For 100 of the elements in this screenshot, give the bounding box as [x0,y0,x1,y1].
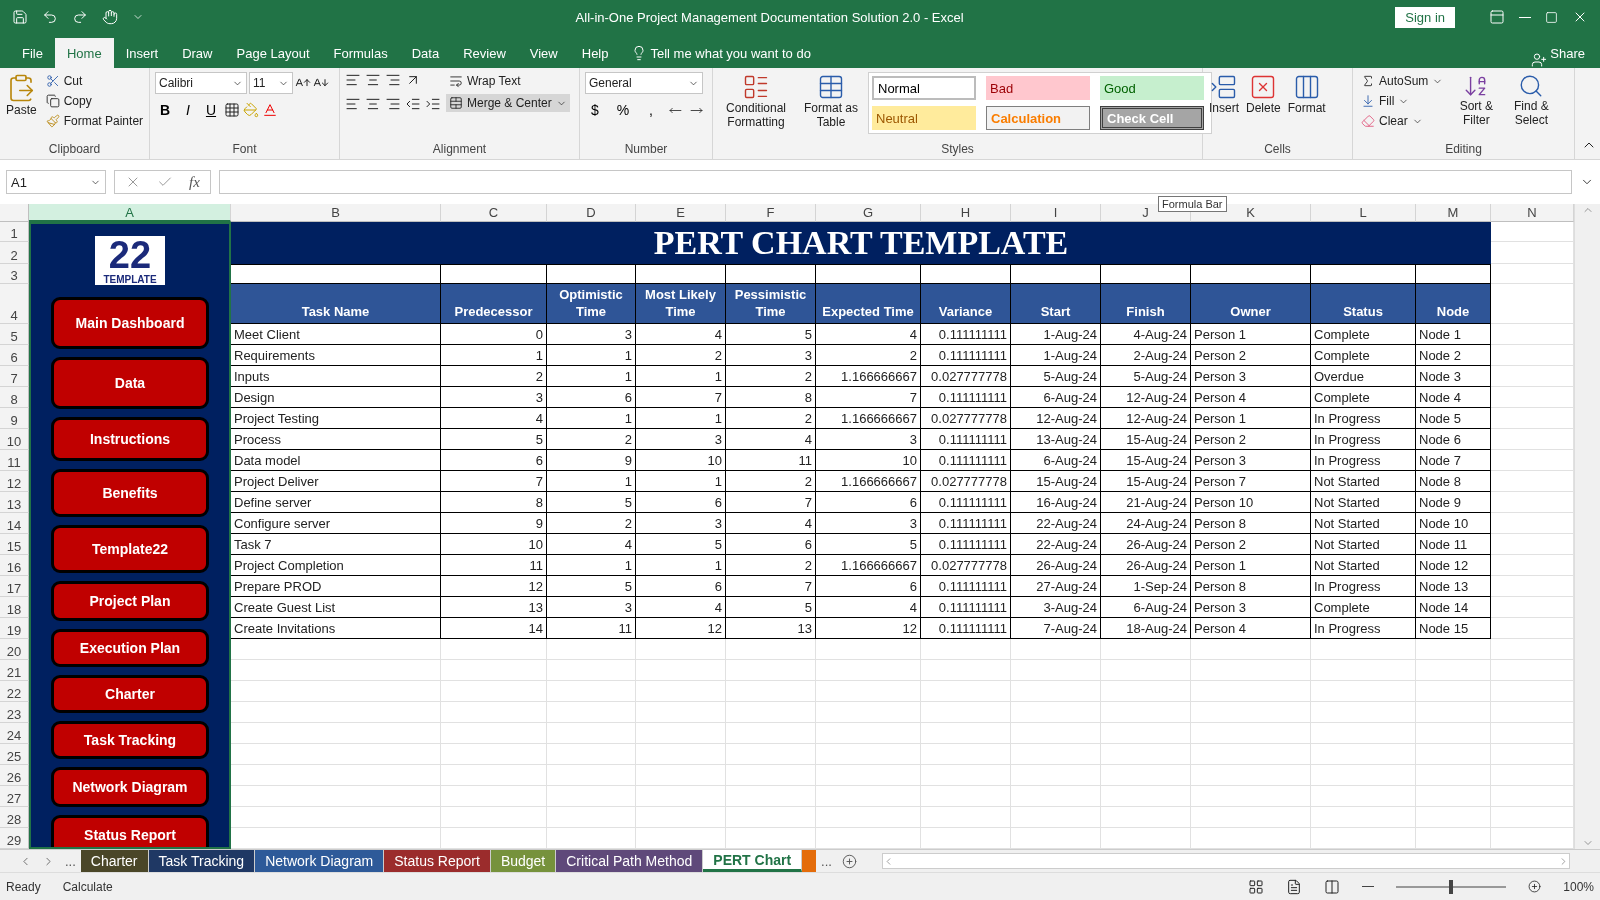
table-cell: 9 [441,513,547,534]
status-text: Ready [6,879,41,894]
table-cell: Create Guest List [231,597,441,618]
table-cell: 15-Aug-24 [1101,429,1191,450]
table-cell: In Progress [1311,429,1416,450]
status-text: Calculate [62,879,113,894]
table-cell: Project Deliver [231,471,441,492]
table-cell: 11 [726,450,816,471]
table-cell: 15-Aug-24 [1011,471,1101,492]
table-cell: In Progress [1311,408,1416,429]
table-cell: 2 [816,345,921,366]
table-cell: 7 [816,387,921,408]
table-cell: Data model [231,450,441,471]
table-cell: 5 [441,429,547,450]
table-cell: 6-Aug-24 [1101,597,1191,618]
table-cell: Not Started [1311,534,1416,555]
table-cell: Person 1 [1191,324,1311,345]
table-cell: 1 [636,555,726,576]
column-heading: Start [1011,284,1101,324]
table-cell: 2 [726,555,816,576]
table-cell: 0.027777778 [921,555,1011,576]
table-cell: Project Testing [231,408,441,429]
table-cell: Node 14 [1416,597,1491,618]
table-cell: 1.166666667 [816,471,921,492]
table-cell: 12-Aug-24 [1101,408,1191,429]
table-cell: 4 [636,324,726,345]
column-heading: Status [1311,284,1416,324]
table-cell: In Progress [1311,618,1416,639]
table-cell: 0.111111111 [921,387,1011,408]
table-cell: 1-Sep-24 [1101,576,1191,597]
table-cell: 7 [726,492,816,513]
table-cell: Complete [1311,324,1416,345]
table-cell: Task 7 [231,534,441,555]
table-cell: 7 [636,387,726,408]
column-heading: Owner [1191,284,1311,324]
table-cell: 1-Aug-24 [1011,345,1101,366]
table-cell: Person 3 [1191,366,1311,387]
table-cell: Person 7 [1191,471,1311,492]
table-cell: 1 [547,408,636,429]
table-cell: Node 15 [1416,618,1491,639]
group-label: Cells [1263,142,1292,158]
table-cell: Node 11 [1416,534,1491,555]
table-cell: 1.166666667 [816,555,921,576]
table-cell: 16-Aug-24 [1011,492,1101,513]
table-cell: Person 3 [1191,597,1311,618]
table-cell: 0.111111111 [921,492,1011,513]
table-cell: Define server [231,492,441,513]
table-cell: 5 [816,534,921,555]
table-cell: 12 [636,618,726,639]
table-cell: Person 4 [1191,387,1311,408]
table-cell: Node 1 [1416,324,1491,345]
table-cell: 4 [441,408,547,429]
table-cell: 5 [636,534,726,555]
table-cell: 10 [636,450,726,471]
table-cell: 4 [547,534,636,555]
table-cell: 27-Aug-24 [1011,576,1101,597]
table-cell: Person 10 [1191,492,1311,513]
table-cell: Node 10 [1416,513,1491,534]
group-label: Alignment [431,142,488,158]
table-cell: 1 [636,366,726,387]
table-cell: Not Started [1311,492,1416,513]
table-cell: Node 7 [1416,450,1491,471]
table-cell: Person 1 [1191,555,1311,576]
column-heading: Pessimistic Time [726,284,816,324]
table-cell: Person 2 [1191,429,1311,450]
table-cell: 13 [441,597,547,618]
table-cell: 1 [441,345,547,366]
table-cell: 10 [441,534,547,555]
column-heading: Optimistic Time [547,284,636,324]
table-cell: Node 4 [1416,387,1491,408]
table-cell: 6 [816,492,921,513]
window-title: All-in-One Project Management Documentation Solution 2.0 - Excel [574,9,965,25]
table-cell: Complete [1311,597,1416,618]
table-cell: 5 [726,597,816,618]
table-cell: 3 [441,387,547,408]
table-cell: 26-Aug-24 [1011,555,1101,576]
table-cell: 5-Aug-24 [1101,366,1191,387]
table-cell: 8 [441,492,547,513]
table-cell: 4 [816,597,921,618]
table-cell: 26-Aug-24 [1101,555,1191,576]
column-heading: Most Likely Time [636,284,726,324]
table-cell: Node 8 [1416,471,1491,492]
table-cell: Design [231,387,441,408]
table-cell: 6 [726,534,816,555]
sheet-title: PERT CHART TEMPLATE [231,222,1491,264]
table-cell: 5 [547,492,636,513]
table-cell: 12 [441,576,547,597]
table-cell: 3 [636,513,726,534]
table-cell: Requirements [231,345,441,366]
table-cell: 4 [636,597,726,618]
table-cell: 0.027777778 [921,366,1011,387]
table-cell: Not Started [1311,555,1416,576]
table-cell: 0.027777778 [921,471,1011,492]
table-cell: 6 [816,576,921,597]
table-cell: 6 [441,450,547,471]
table-cell: 3 [547,324,636,345]
table-cell: Node 3 [1416,366,1491,387]
table-cell: 15-Aug-24 [1101,471,1191,492]
table-cell: 3 [636,429,726,450]
table-cell: Person 8 [1191,576,1311,597]
